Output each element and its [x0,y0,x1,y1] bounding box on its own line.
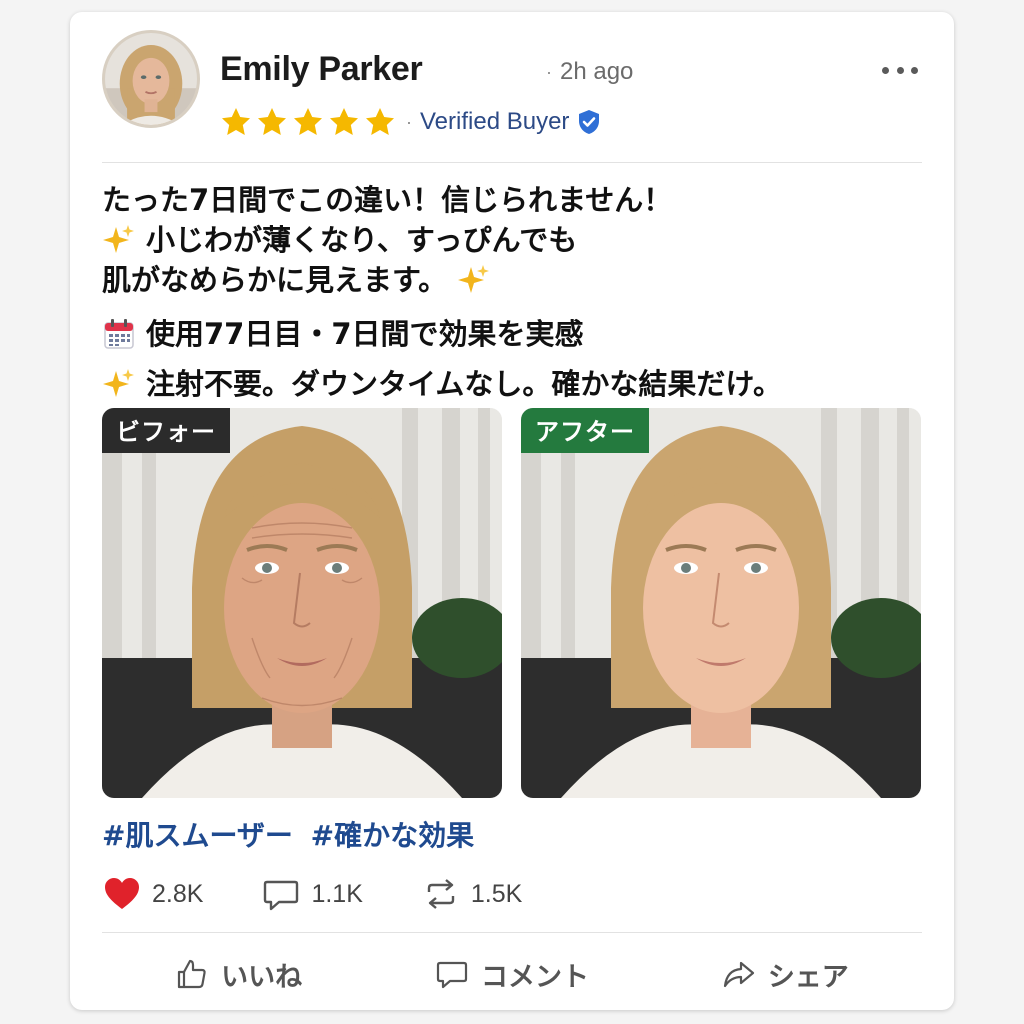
sparkles-icon [103,369,134,397]
before-photo[interactable]: ビフォー [102,408,502,798]
like-button[interactable]: いいね [102,955,375,994]
comments-count: 1.1K [311,879,363,908]
avatar-portrait [105,33,197,125]
detail-note-row: 注射不要。ダウンタイムなし。確かな結果だけ。 [102,364,922,404]
after-label: アフター [521,408,649,453]
share-arrow-icon [723,961,754,988]
detail-note: 注射不要。ダウンタイムなし。確かな結果だけ。 [146,367,782,401]
hashtags: #肌スムーザー #確かな効果 [102,814,482,854]
after-portrait-image [521,408,921,798]
comments-stat[interactable]: 1.1K [261,874,363,914]
detail-day-row: 使用77日目・7日間で効果を実感 [102,314,922,354]
sparkles-icon [103,225,134,253]
star-icon [258,108,286,135]
repost-icon [427,879,455,909]
share-label: シェア [767,961,849,993]
engagement-stats: 2.8K 1.1K 1.5K [102,872,580,916]
comment-button[interactable]: コメント [375,955,648,994]
body-line-2: 小じわが薄くなり、すっぴんでも [146,223,578,257]
more-dot [896,66,904,74]
likes-count: 2.8K [152,879,204,908]
ellipsis-icon[interactable] [882,58,918,82]
share-button[interactable]: シェア [649,955,922,994]
star-icon [366,108,394,135]
action-bar: いいね コメント シェア [102,946,922,1002]
badge-separator: · [406,111,412,132]
body-line-3: 肌がなめらかに見えます。 [102,263,448,297]
time-separator: · [546,61,552,82]
body-line-2-row: 小じわが薄くなり、すっぴんでも [102,220,922,260]
comment-label: コメント [480,961,589,993]
after-photo[interactable]: アフター [521,408,921,798]
rating-row: · Verified Buyer [220,102,601,142]
star-rating [220,106,396,138]
header-divider [102,162,922,163]
time-ago: 2h ago [560,58,634,85]
verified-label: Verified Buyer [420,108,570,135]
star-icon [330,108,358,135]
shares-stat[interactable]: 1.5K [421,874,522,914]
more-dot [911,66,918,74]
comment-bubble-icon [436,961,468,989]
likes-stat[interactable]: 2.8K [102,874,203,914]
calendar-icon [104,319,134,349]
post-time: · 2h ago [546,58,633,86]
hashtag-link[interactable]: #肌スムーザー [102,819,293,852]
verified-badge: · Verified Buyer [406,108,601,136]
before-portrait-image [102,408,502,798]
before-label: ビフォー [102,408,230,453]
review-post-card: Emily Parker · 2h ago · Verified Buyer た… [70,12,954,1010]
shield-check-icon [579,110,600,134]
thumbs-up-icon [178,959,206,989]
sparkles-icon [458,265,490,293]
detail-day: 使用77日目・7日間で効果を実感 [146,317,584,351]
shares-count: 1.5K [470,879,523,908]
heart-icon [105,878,139,909]
author-name[interactable]: Emily Parker [220,50,423,89]
body-line-3-row: 肌がなめらかに見えます。 [102,260,922,300]
post-body: たった7日間でこの違い！信じられません！ 小じわが薄くなり、すっぴんでも 肌がな… [102,180,922,404]
star-icon [222,108,250,135]
avatar[interactable] [102,30,200,128]
comment-bubble-icon [264,880,299,911]
hashtag-link[interactable]: #確かな効果 [311,819,474,852]
star-icon [294,108,322,135]
actions-divider [102,932,922,933]
body-line-1: たった7日間でこの違い！信じられません！ [102,183,673,217]
like-label: いいね [221,961,303,993]
more-dot [882,66,889,74]
